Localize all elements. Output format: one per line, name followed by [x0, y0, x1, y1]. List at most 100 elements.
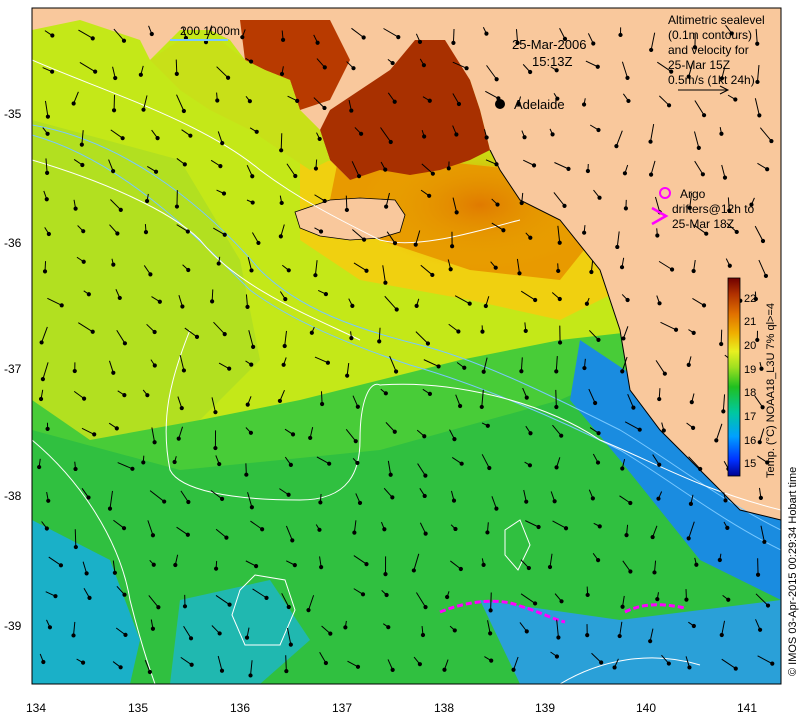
- velocity-vector-head: [213, 566, 219, 571]
- velocity-vector-head: [648, 639, 653, 644]
- velocity-vector-head: [590, 496, 595, 501]
- velocity-vector-head: [626, 98, 631, 104]
- velocity-vector-head: [73, 206, 78, 211]
- velocity-vector-head: [213, 410, 218, 415]
- velocity-vector-head: [155, 136, 160, 141]
- velocity-vector-head: [248, 673, 253, 678]
- lon-tick-label: 139: [535, 701, 555, 715]
- velocity-vector-head: [123, 632, 128, 637]
- velocity-vector-head: [462, 365, 467, 370]
- velocity-vector-head: [454, 210, 459, 215]
- velocity-vector-head: [686, 362, 691, 368]
- velocity-vector-head: [448, 267, 453, 272]
- velocity-vector-head: [765, 167, 770, 172]
- velocity-vector-head: [323, 660, 329, 666]
- velocity-vector-head: [295, 98, 300, 103]
- velocity-vector-head: [593, 400, 598, 406]
- credit-label: © IMOS 03-Apr-2015 00:29:34 Hobart time: [787, 467, 799, 676]
- lon-tick-label: 136: [230, 701, 250, 715]
- colorbar-tick: 15: [744, 458, 756, 470]
- velocity-vector-head: [118, 207, 123, 212]
- velocity-vector-head: [621, 336, 626, 341]
- velocity-vector-head: [86, 292, 91, 297]
- velocity-vector-head: [138, 72, 143, 77]
- velocity-vector-head: [213, 445, 218, 451]
- velocity-vector-head: [388, 472, 393, 477]
- velocity-vector-head: [218, 164, 223, 169]
- velocity-vector-head: [50, 69, 55, 74]
- velocity-vector-head: [533, 601, 538, 606]
- velocity-vector-head: [687, 665, 692, 670]
- velocity-vector-head: [517, 271, 522, 276]
- velocity-vector-head: [423, 473, 428, 478]
- velocity-vector-head: [173, 562, 178, 568]
- velocity-vector-head: [691, 268, 696, 274]
- velocity-vector-head: [733, 666, 738, 671]
- velocity-vector-head: [93, 69, 98, 74]
- velocity-vector-head: [87, 595, 92, 600]
- velocity-vector-head: [356, 174, 362, 179]
- velocity-vector-head: [360, 592, 366, 597]
- velocity-vector-head: [182, 162, 187, 167]
- velocity-vector-head: [422, 434, 427, 439]
- velocity-vector-head: [40, 377, 46, 382]
- velocity-vector-head: [45, 114, 51, 119]
- colorbar-tick: 16: [744, 435, 756, 447]
- velocity-vector-head: [157, 299, 162, 304]
- lon-tick-label: 138: [434, 701, 454, 715]
- velocity-vector-head: [286, 492, 291, 497]
- velocity-vector-head: [554, 465, 559, 470]
- velocity-vector-head: [244, 472, 249, 477]
- velocity-vector-head: [37, 464, 42, 470]
- velocity-vector-head: [186, 267, 191, 273]
- velocity-vector-head: [666, 661, 671, 666]
- velocity-vector-head: [343, 625, 348, 630]
- velocity-vector-head: [566, 166, 571, 171]
- velocity-vector-head: [726, 597, 731, 602]
- scale-bar-label: 200 1000m: [180, 24, 240, 38]
- velocity-vector-head: [655, 597, 660, 602]
- velocity-vector-head: [452, 628, 457, 633]
- velocity-vector-head: [436, 364, 441, 369]
- velocity-vector-head: [84, 571, 89, 576]
- velocity-vector-head: [427, 193, 432, 198]
- velocity-vector-head: [717, 557, 722, 563]
- velocity-vector-head: [422, 493, 427, 499]
- colorbar-tick: 18: [744, 387, 756, 399]
- velocity-vector-head: [308, 435, 313, 441]
- velocity-vector-head: [286, 604, 291, 610]
- velocity-vector-head: [180, 304, 185, 309]
- velocity-vector-head: [50, 33, 55, 38]
- velocity-vector-head: [423, 605, 428, 610]
- velocity-vector: [555, 389, 557, 408]
- velocity-vector-head: [734, 229, 739, 235]
- velocity-vector-head: [290, 432, 296, 437]
- velocity-vector-head: [309, 330, 314, 335]
- city-label: Adelaide: [514, 97, 565, 112]
- velocity-vector-head: [649, 47, 654, 53]
- velocity-vector-head: [414, 303, 419, 308]
- velocity-vector-head: [254, 129, 259, 134]
- lon-tick-label: 134: [26, 701, 46, 715]
- colorbar: [727, 277, 741, 477]
- velocity-vector-head: [222, 232, 227, 237]
- velocity-vector-head: [493, 265, 498, 270]
- legend-line-3: and velocity for: [668, 43, 749, 57]
- velocity-vector-head: [382, 527, 387, 532]
- velocity-vector-head: [215, 98, 220, 103]
- velocity-vector-head: [350, 303, 355, 308]
- velocity-vector-head: [147, 669, 152, 675]
- velocity-vector-head: [250, 174, 255, 179]
- velocity-vector-head: [559, 433, 564, 438]
- velocity-vector-head: [359, 131, 364, 136]
- velocity-vector-head: [249, 268, 254, 273]
- velocity-vector-head: [392, 241, 398, 246]
- velocity-vector-head: [222, 331, 227, 337]
- velocity-vector-head: [657, 301, 662, 306]
- velocity-vector-head: [118, 665, 123, 670]
- velocity-vector-head: [247, 99, 252, 104]
- velocity-vector-head: [111, 370, 116, 375]
- velocity-vector-head: [637, 427, 642, 432]
- velocity-vector-head: [458, 566, 463, 572]
- velocity-vector-head: [185, 229, 190, 234]
